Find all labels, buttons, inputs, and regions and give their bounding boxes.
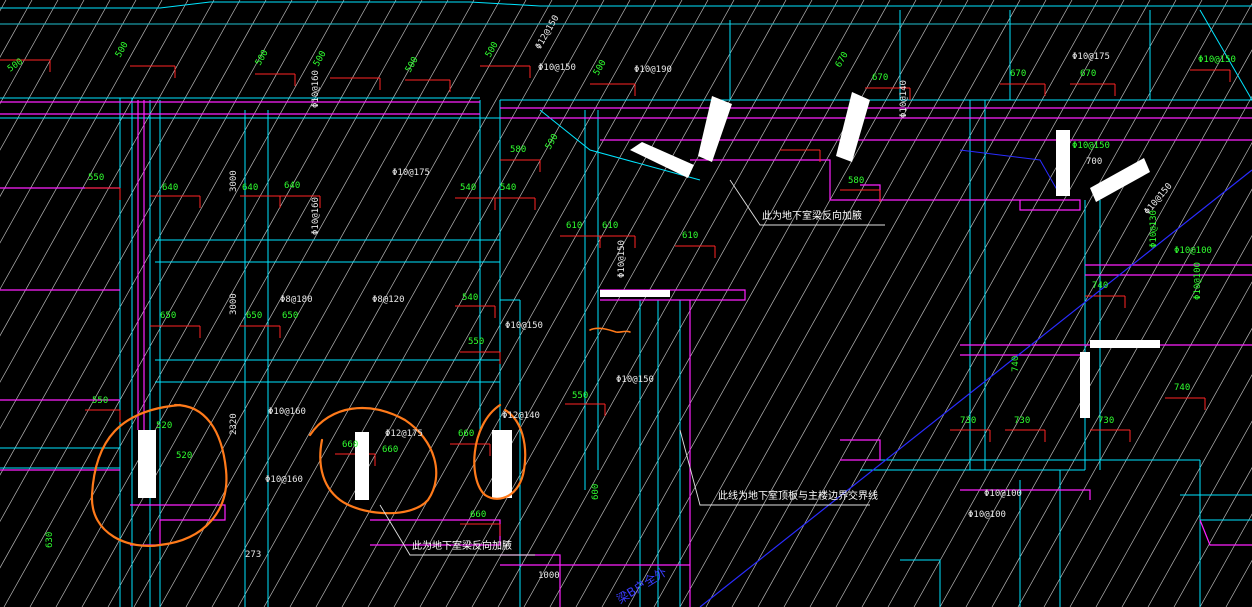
rebar-label: Φ10@150 (505, 321, 543, 331)
haunch-right-post (1080, 352, 1090, 418)
dimension-label: 500 (592, 58, 609, 77)
dimension-label: 580 (510, 145, 526, 155)
dimension-label: 640 (284, 181, 300, 191)
rebar-label: Φ8@120 (372, 295, 405, 305)
dimension-label: 670 (1010, 69, 1026, 79)
rebar-label-green: Φ10@100 (1174, 246, 1212, 256)
dimension-label: 740 (1092, 281, 1108, 291)
rebar-label: Φ10@160 (268, 407, 306, 417)
dimension-label: 740 (1174, 383, 1190, 393)
dim-1000: 1000 (538, 571, 560, 581)
rebar-label: Φ12@175 (385, 429, 423, 439)
dimension-label: 650 (282, 311, 298, 321)
dimension-label: 550 (88, 173, 104, 183)
rebar-label: Φ12@150 (534, 14, 562, 52)
dimension-label: 590 (544, 132, 561, 151)
dimension-label: 600 (591, 484, 601, 500)
dimension-label: 550 (468, 337, 484, 347)
rebar-label: Φ10@160 (265, 475, 303, 485)
haunch-top-1 (630, 142, 694, 178)
haunch-mid-bar (600, 290, 670, 297)
dimension-label: 640 (162, 183, 178, 193)
dimension-label: 650 (160, 311, 176, 321)
rebar-label: Φ10@190 (634, 65, 672, 75)
dimension-label: 520 (156, 421, 172, 431)
rebar-label: Φ8@180 (280, 295, 313, 305)
dimension-label: 730 (1014, 416, 1030, 426)
rebar-labels-green: Φ10@150 Φ10@100 Φ10@130 Φ10@100 Φ10@150 (1072, 55, 1236, 300)
rebar-label: Φ10@100 (968, 510, 1006, 520)
boundary-line (699, 169, 1252, 607)
rebar-label-green: Φ10@100 (1193, 262, 1203, 300)
dimension-label: 540 (460, 183, 476, 193)
rebar-label: Φ10@160 (311, 70, 321, 108)
cad-drawing-canvas[interactable]: 此为地下室梁反向加腋 此线为地下室顶板与主楼边界交界线 此为地下室梁反向加腋 梁… (0, 0, 1252, 607)
haunch-top-3 (836, 92, 870, 162)
rebar-label: Φ10@175 (392, 168, 430, 178)
dim-273: 273 (245, 550, 261, 560)
note-blue-partial: 梁B户全外 (614, 564, 670, 607)
rebar-label-green: Φ10@130 (1149, 210, 1159, 248)
dimension-label: 500 (404, 55, 421, 74)
dimension-label: 650 (246, 311, 262, 321)
dimension-label: 580 (848, 176, 864, 186)
dimension-label: 610 (682, 231, 698, 241)
dimension-label: 550 (572, 391, 588, 401)
dimension-label: 730 (960, 416, 976, 426)
dimension-label: 660 (458, 429, 474, 439)
dimension-label: 730 (1098, 416, 1114, 426)
rebar-label: Φ10@150 (617, 240, 627, 278)
rebar-labels-white: Φ10@160 Φ10@150 Φ10@175 Φ10@160 Φ8@180 Φ8@120… (265, 14, 1175, 520)
dimension-label: 500 (254, 48, 271, 67)
dimension-label: 630 (45, 532, 55, 548)
rebar-label: Φ10@150 (616, 375, 654, 385)
dimension-label: 670 (834, 50, 851, 69)
note-reverse-haunch-top: 此为地下室梁反向加腋 (762, 209, 862, 222)
dim-3000-a: 3000 (229, 170, 239, 192)
rebar-label-green: Φ10@150 (1072, 141, 1110, 151)
dimension-label: 520 (176, 451, 192, 461)
rebar-label: Φ10@150 (538, 63, 576, 73)
dimension-label: 670 (872, 73, 888, 83)
dimension-label: 610 (566, 221, 582, 231)
dimension-label: 670 (1080, 69, 1096, 79)
dimension-label: 550 (92, 396, 108, 406)
dimension-label: 640 (242, 183, 258, 193)
haunch-left (138, 430, 156, 498)
dimension-label: 540 (462, 293, 478, 303)
dim-3000-b: 3000 (229, 293, 239, 315)
rebar-label: Φ10@160 (311, 197, 321, 235)
haunch-top-4 (1056, 130, 1070, 196)
note-reverse-haunch-bottom: 此为地下室梁反向加腋 (412, 539, 512, 552)
dimension-label: 660 (382, 445, 398, 455)
rebar-label-green: Φ10@150 (1198, 55, 1236, 65)
rebar-label: Φ10@100 (984, 489, 1022, 499)
dimension-label: 500 (114, 40, 131, 59)
dim-2320: 2320 (229, 413, 239, 435)
note-boundary-line: 此线为地下室顶板与主楼边界交界线 (718, 489, 878, 502)
dimension-label: 660 (342, 440, 358, 450)
dim-700: 700 (1086, 157, 1102, 167)
slab-hatch (0, 0, 1252, 607)
haunch-right (492, 430, 512, 498)
dimension-label: 540 (500, 183, 516, 193)
rebar-label: Φ12@140 (502, 411, 540, 421)
dimension-label: 610 (602, 221, 618, 231)
dimension-label: 740 (1011, 356, 1021, 372)
haunch-right-bar (1090, 340, 1160, 348)
rebar-label: Φ10@175 (1072, 52, 1110, 62)
rebar-label: Φ10@140 (899, 80, 909, 118)
dimension-label: 660 (470, 510, 486, 520)
